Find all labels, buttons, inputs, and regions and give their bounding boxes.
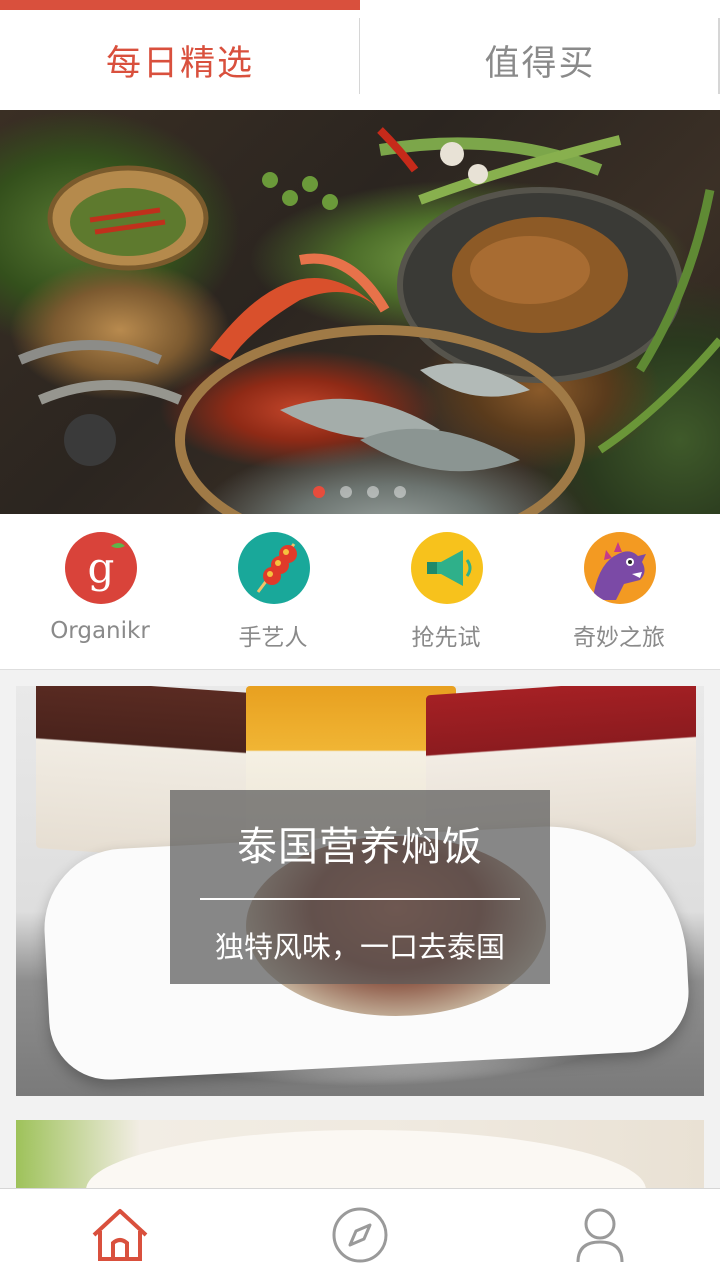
nav-discover[interactable] xyxy=(240,1189,480,1281)
category-organikr[interactable]: g Organikr xyxy=(10,514,190,669)
candied-hawthorn-icon xyxy=(238,532,310,604)
tab-worth-buying[interactable]: 值得买 xyxy=(360,10,720,110)
banner-dot[interactable] xyxy=(394,486,406,498)
organikr-g-icon: g xyxy=(65,532,137,604)
banner-dot-active[interactable] xyxy=(313,486,325,498)
feature-card-thai-rice[interactable]: 泰国营养焖饭 独特风味，一口去泰国 xyxy=(16,686,704,1096)
category-craftsman[interactable]: 手艺人 xyxy=(183,514,363,669)
banner-food-image xyxy=(18,127,720,514)
active-tab-indicator xyxy=(0,0,360,10)
banner-dot[interactable] xyxy=(340,486,352,498)
category-wonderful-journey[interactable]: 奇妙之旅 xyxy=(529,514,709,669)
category-label: 手艺人 xyxy=(238,625,308,651)
home-icon xyxy=(92,1209,148,1261)
tab-daily-picks[interactable]: 每日精选 xyxy=(0,10,360,110)
category-row: g Organikr 手艺人 抢先试 奇妙之旅 xyxy=(0,514,720,670)
user-icon xyxy=(576,1208,624,1263)
banner-dot[interactable] xyxy=(367,486,379,498)
category-early-trial[interactable]: 抢先试 xyxy=(356,514,536,669)
purple-monster-icon xyxy=(584,532,656,604)
feature-caption-overlay: 泰国营养焖饭 独特风味，一口去泰国 xyxy=(170,790,550,984)
feature-card-second[interactable] xyxy=(16,1120,704,1190)
caption-divider xyxy=(200,898,520,900)
bowl-image xyxy=(86,1130,646,1190)
banner-carousel[interactable] xyxy=(0,110,720,514)
svg-text:g: g xyxy=(88,543,115,592)
category-label: Organikr xyxy=(50,618,150,644)
feature-subtitle: 独特风味，一口去泰国 xyxy=(214,930,505,964)
compass-icon xyxy=(332,1207,388,1263)
nav-home[interactable] xyxy=(0,1189,240,1281)
feature-title: 泰国营养焖饭 xyxy=(237,824,483,870)
category-label: 奇妙之旅 xyxy=(573,625,665,651)
banner-page-indicator xyxy=(0,486,720,500)
megaphone-icon xyxy=(411,532,483,604)
bottom-navigation xyxy=(0,1188,720,1281)
nav-profile[interactable] xyxy=(480,1189,720,1281)
category-label: 抢先试 xyxy=(411,625,481,651)
top-tab-bar: 每日精选 值得买 xyxy=(0,0,720,110)
